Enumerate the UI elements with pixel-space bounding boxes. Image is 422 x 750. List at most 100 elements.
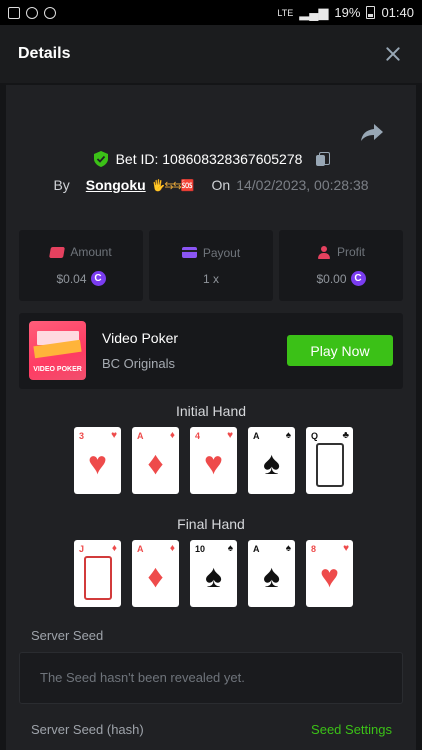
server-seed-field: The Seed hasn't been revealed yet. [19, 652, 403, 704]
signal-icon: ▂▄▆ [299, 4, 329, 20]
card-suit-small: ♠ [227, 543, 233, 554]
bet-id: Bet ID: 108608328367605278 [115, 151, 303, 167]
play-now-button[interactable]: Play Now [287, 335, 393, 366]
initial-hand-title: Initial Hand [175, 403, 247, 419]
card-rank: 8 [311, 544, 317, 554]
stat-profit-label: Profit [336, 245, 365, 259]
profit-icon [317, 245, 331, 259]
card-final-2: A ♦ ♦ [132, 540, 179, 607]
card-final-1: J ♦ [74, 540, 121, 607]
spade-icon: ♠ [263, 558, 280, 594]
card-suit-small: ♥ [343, 543, 349, 554]
diamond-icon: ♦ [147, 558, 164, 594]
card-rank: 10 [195, 544, 206, 554]
details-header: Details [0, 25, 422, 83]
card-initial-5: Q ♣ [306, 427, 353, 494]
bet-meta-row: By Songoku 🖐⇆⇆🆘 On 14/02/2023, 00:28:38 [6, 177, 416, 193]
card-rank: A [137, 431, 144, 441]
card-suit-small: ♠ [285, 430, 291, 441]
game-title: Video Poker [102, 330, 179, 346]
seed-settings-link[interactable]: Seed Settings [311, 722, 392, 737]
heart-icon: ♥ [88, 445, 107, 481]
stat-profit-header: Profit [317, 245, 365, 259]
stat-payout-value-row: 1 x [203, 272, 219, 286]
spade-icon: ♠ [205, 558, 222, 594]
stat-payout-value: 1 x [202, 271, 219, 286]
username-link[interactable]: Songoku [86, 177, 146, 193]
card-rank: 3 [79, 431, 85, 441]
gallery-icon [8, 6, 20, 19]
server-seed-hash-label: Server Seed (hash) [31, 722, 144, 737]
heart-icon: ♥ [320, 558, 339, 594]
server-seed-label: Server Seed [31, 628, 104, 643]
amount-icon [49, 246, 66, 258]
card-suit-small: ♠ [285, 543, 291, 554]
share-arrow-svg [361, 124, 383, 141]
battery-percent: 19% [334, 5, 361, 20]
card-rank: A [253, 544, 260, 554]
card-suit-small: ♦ [169, 543, 175, 554]
game-subtitle: BC Originals [102, 356, 175, 371]
spade-icon: ♠ [263, 445, 280, 481]
coin-icon: C [350, 271, 366, 286]
stat-profit-value-row: $0.00 C [316, 271, 366, 286]
by-label: By [53, 177, 70, 193]
stat-amount-value: $0.04 [56, 271, 87, 286]
status-right: LTE ▂▄▆ 19% 01:40 [277, 5, 414, 21]
stat-profit: Profit $0.00 C [279, 230, 403, 301]
bet-date: 14/02/2023, 00:28:38 [236, 177, 369, 193]
card-initial-3: 4 ♥ ♥ [190, 427, 237, 494]
card-final-3: 10 ♠ ♠ [190, 540, 237, 607]
card-rank: A [137, 544, 144, 554]
stat-amount-header: Amount [49, 245, 112, 259]
card-rank: Q [311, 431, 319, 441]
stat-payout-header: Payout [181, 245, 241, 260]
card-final-4: A ♠ ♠ [248, 540, 295, 607]
card-suit-small: ♥ [227, 430, 233, 441]
network-label: LTE [277, 7, 294, 18]
card-rank: 4 [195, 431, 201, 441]
page-title: Details [18, 45, 71, 62]
card-suit-small: ♦ [111, 543, 117, 554]
copy-icon[interactable] [316, 152, 331, 166]
card-suit-small: ♣ [342, 430, 349, 441]
user-emojis: 🖐⇆⇆🆘 [151, 179, 195, 192]
bet-stats: Amount $0.04 C Payout 1 x Profit $0.00 C [19, 230, 403, 301]
stat-amount-label: Amount [70, 245, 112, 259]
final-hand-title: Final Hand [177, 516, 245, 532]
shield-check-icon [93, 151, 108, 167]
battery-icon [366, 6, 376, 19]
stat-amount: Amount $0.04 C [19, 230, 143, 301]
queen-face-icon [316, 443, 344, 487]
card-rank: A [253, 431, 260, 441]
share-icon[interactable] [360, 122, 384, 142]
diamond-icon: ♦ [147, 445, 164, 481]
initial-hand: 3 ♥ ♥ A ♦ ♦ 4 ♥ ♥ A ♠ ♠ Q ♣ [74, 427, 353, 494]
stat-amount-value-row: $0.04 C [56, 271, 106, 286]
status-bar: LTE ▂▄▆ 19% 01:40 [0, 0, 422, 25]
card-suit-small: ♦ [169, 430, 175, 441]
jack-face-icon [84, 556, 112, 600]
bet-id-row: Bet ID: 108608328367605278 [6, 151, 416, 167]
card-suit-small: ♥ [111, 430, 117, 441]
details-panel: Bet ID: 108608328367605278 By Songoku 🖐⇆… [6, 85, 416, 750]
game-card: VIDEO POKER Video Poker BC Originals Pla… [19, 313, 403, 389]
stat-profit-value: $0.00 [316, 271, 347, 286]
telegram-icon [26, 6, 38, 19]
status-left [8, 6, 56, 19]
card-initial-2: A ♦ ♦ [132, 427, 179, 494]
close-icon[interactable] [382, 43, 404, 65]
coin-icon: C [90, 271, 106, 286]
video-poker-thumbnail: VIDEO POKER [29, 321, 86, 380]
final-hand: J ♦ A ♦ ♦ 10 ♠ ♠ A ♠ ♠ 8 ♥ ♥ [74, 540, 353, 607]
stat-payout-label: Payout [202, 245, 241, 260]
stat-payout: Payout 1 x [149, 230, 273, 301]
card-final-5: 8 ♥ ♥ [306, 540, 353, 607]
payout-icon [181, 247, 197, 258]
clock: 01:40 [381, 5, 414, 20]
facebook-icon [44, 6, 56, 19]
card-initial-4: A ♠ ♠ [248, 427, 295, 494]
card-rank: J [79, 544, 85, 554]
thumb-text: VIDEO POKER [33, 366, 82, 373]
card-initial-1: 3 ♥ ♥ [74, 427, 121, 494]
